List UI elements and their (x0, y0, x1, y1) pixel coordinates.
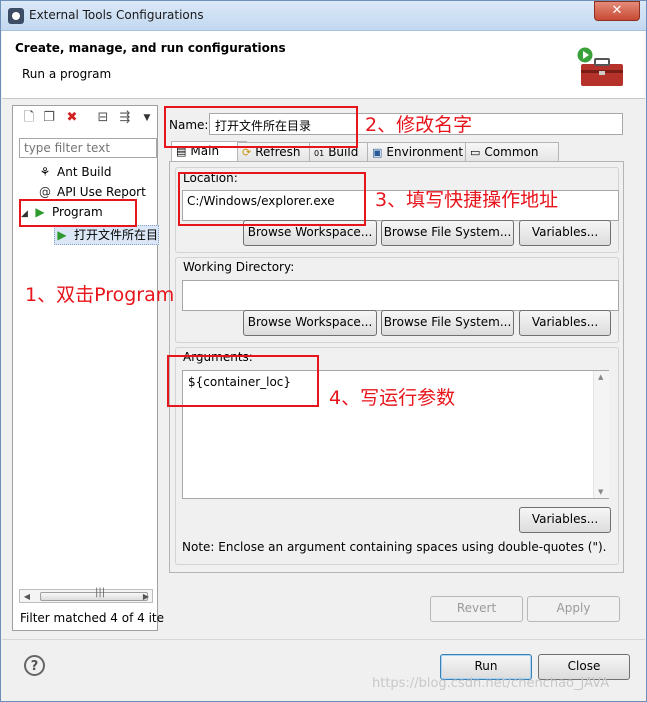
annotation-step-4: 4、写运行参数 (329, 387, 456, 409)
dialog-header: Create, manage, and run configurations R… (2, 31, 645, 99)
annotation-step-1: 1、双击Program (25, 284, 175, 306)
workdir-variables-button[interactable]: Variables... (519, 310, 611, 336)
scroll-right-icon[interactable]: ▶ (138, 589, 154, 605)
location-browse-filesystem-button[interactable]: Browse File System... (381, 220, 514, 246)
program-config-icon: ▶ (57, 228, 67, 242)
view-menu-chevron-icon[interactable]: ▼ (139, 110, 155, 126)
header-subtitle: Run a program (22, 67, 112, 81)
environment-icon: ▣ (372, 146, 383, 159)
tree-item-ant-build[interactable]: ⚘ Ant Build (38, 165, 112, 183)
window-title: External Tools Configurations (29, 8, 204, 22)
toolbox-icon (577, 47, 623, 86)
common-icon: ▭ (470, 146, 481, 159)
ant-icon: ⚘ (39, 165, 51, 179)
filter-input[interactable] (19, 138, 157, 158)
scrollbar-thumb[interactable] (40, 592, 148, 601)
filter-status: Filter matched 4 of 4 ite (20, 611, 164, 625)
delete-icon[interactable]: ✖ (64, 110, 80, 126)
workdir-browse-workspace-button[interactable]: Browse Workspace... (243, 310, 377, 336)
scroll-up-icon[interactable]: ▲ (598, 373, 603, 381)
annotation-step-2: 2、修改名字 (365, 114, 473, 136)
watermark: https://blog.csdn.net/chenchao_JAVA (372, 676, 610, 691)
help-icon[interactable]: ? (24, 655, 45, 676)
collapse-all-icon[interactable]: ⊟ (95, 110, 111, 126)
app-icon (8, 8, 24, 24)
workdir-browse-filesystem-button[interactable]: Browse File System... (381, 310, 514, 336)
configuration-tree-pane (12, 105, 158, 631)
build-icon: 01 (314, 149, 325, 158)
working-directory-label: Working Directory: (183, 260, 295, 274)
scroll-down-icon[interactable]: ▼ (598, 488, 603, 496)
annotation-box-location (178, 172, 366, 226)
annotation-box-arguments (167, 355, 319, 407)
window-close-button[interactable]: ✕ (594, 1, 640, 21)
apply-button[interactable]: Apply (527, 596, 620, 622)
location-variables-button[interactable]: Variables... (519, 220, 611, 246)
scroll-left-icon[interactable]: ◀ (19, 589, 35, 605)
working-directory-input[interactable] (182, 280, 619, 311)
duplicate-icon[interactable]: ❐ (41, 110, 57, 126)
annotation-box-program (19, 199, 137, 227)
annotation-box-name (164, 106, 358, 148)
dialog-window: External Tools Configurations ✕ Create, … (0, 0, 647, 702)
scroll-grip: ||| (95, 587, 106, 598)
arguments-variables-button[interactable]: Variables... (519, 507, 611, 533)
horizontal-scrollbar[interactable] (19, 589, 153, 603)
tree-item-selected-config[interactable]: ▶ 打开文件所在目 (54, 225, 159, 245)
report-icon: @ (39, 185, 51, 199)
arguments-vertical-scrollbar[interactable]: ▲ ▼ (593, 371, 609, 498)
revert-button[interactable]: Revert (430, 596, 523, 622)
annotation-step-3: 3、填写快捷操作地址 (375, 189, 559, 211)
arguments-note: Note: Enclose an argument containing spa… (182, 540, 607, 554)
new-configuration-icon[interactable]: 🗋 (21, 110, 37, 126)
title-bar[interactable]: External Tools Configurations ✕ (1, 1, 646, 31)
header-title: Create, manage, and run configurations (15, 41, 286, 55)
filter-icon[interactable]: ⇶ (117, 110, 133, 126)
footer-separator (2, 639, 645, 640)
